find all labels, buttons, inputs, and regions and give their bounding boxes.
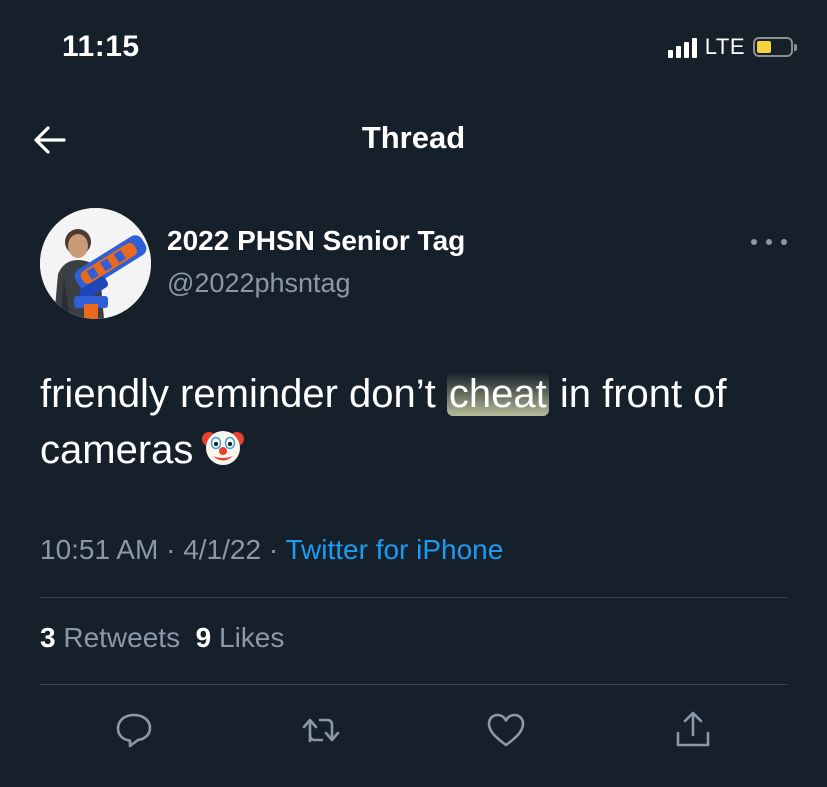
- retweets-label: Retweets: [63, 622, 181, 653]
- more-dot: [751, 239, 757, 245]
- more-dot: [766, 239, 772, 245]
- tweet-time: 10:51 AM: [40, 534, 159, 565]
- share-button[interactable]: [672, 709, 714, 751]
- retweet-icon: [302, 718, 340, 743]
- tweet-text: friendly reminder don’t cheat in front o…: [40, 366, 800, 478]
- meta-separator: ·: [268, 534, 279, 565]
- author-handle[interactable]: @2022phsntag: [167, 268, 351, 299]
- tweet-metadata: 10:51 AM · 4/1/22 · Twitter for iPhone: [40, 534, 503, 566]
- reply-button[interactable]: [113, 709, 155, 751]
- meta-separator: ·: [166, 534, 176, 565]
- network-label: LTE: [704, 34, 745, 59]
- divider: [40, 684, 787, 685]
- retweets-count: 3: [40, 622, 56, 653]
- tweet-stats: 3 Retweets 9 Likes: [40, 622, 284, 654]
- tweet-source-link[interactable]: Twitter for iPhone: [285, 534, 503, 565]
- highlighted-word: cheat: [446, 372, 549, 416]
- likes-stat[interactable]: 9 Likes: [196, 622, 285, 653]
- like-button[interactable]: [485, 709, 527, 751]
- avatar[interactable]: [40, 208, 151, 319]
- battery-level: [757, 41, 771, 53]
- page-title: Thread: [361, 120, 466, 155]
- thread-screen: 11:15 LTE Thread 2022 PHSN Senior Tag @2…: [0, 0, 827, 787]
- avatar-photo: [40, 208, 151, 319]
- clown-face-emoji-icon: [201, 425, 245, 469]
- tweet-date: 4/1/22: [183, 534, 262, 565]
- more-dot: [781, 239, 787, 245]
- status-time: 11:15: [62, 30, 140, 63]
- tweet-text-part: friendly reminder don’t: [40, 372, 447, 416]
- battery-icon: [753, 37, 797, 57]
- share-icon: [676, 711, 710, 747]
- like-icon: [487, 713, 525, 747]
- signal-icon: [667, 36, 697, 58]
- divider: [40, 597, 787, 598]
- status-indicators: LTE: [667, 34, 797, 60]
- retweet-button[interactable]: [300, 709, 342, 751]
- likes-label: Likes: [219, 622, 285, 653]
- likes-count: 9: [195, 622, 212, 653]
- author-name[interactable]: 2022 PHSN Senior Tag: [167, 225, 465, 257]
- reply-icon: [116, 713, 152, 748]
- more-options-button[interactable]: [751, 232, 787, 252]
- retweets-stat[interactable]: 3 Retweets: [40, 622, 180, 653]
